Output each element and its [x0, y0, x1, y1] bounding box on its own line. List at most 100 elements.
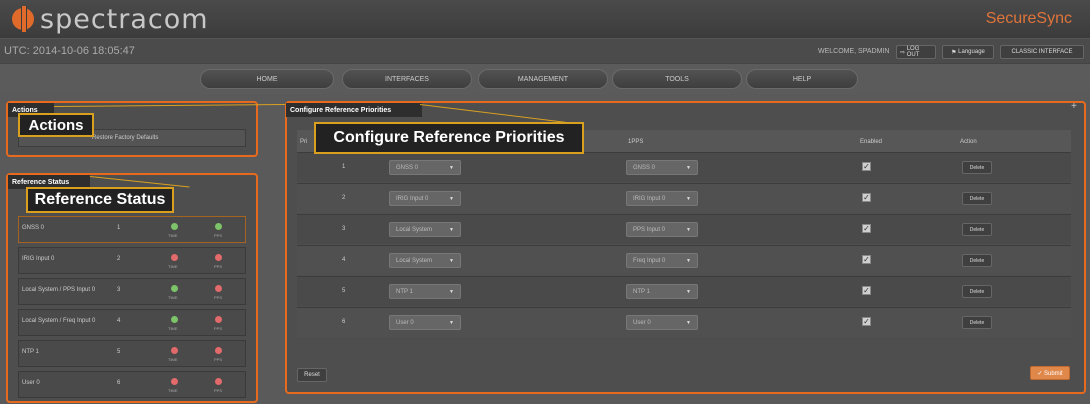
time-reference-select[interactable]: NTP 1 ▼ — [389, 284, 461, 299]
time-label: TIME — [168, 357, 178, 362]
priority-row: 4 Local System ▼ Freq Input 0 ▼ ✓ Delete — [297, 245, 1071, 275]
utc-clock: UTC: 2014-10-06 18:05:47 — [4, 45, 135, 57]
pps-reference-select[interactable]: PPS Input 0 ▼ — [626, 222, 698, 237]
priority-number: 1 — [342, 164, 346, 170]
tab-tools[interactable]: TOOLS — [612, 69, 742, 89]
delete-button[interactable]: Delete — [962, 192, 992, 205]
pps-status-icon — [215, 285, 222, 292]
flag-icon: ⚑ — [951, 49, 959, 56]
pps-reference-select[interactable]: Freq Input 0 ▼ — [626, 253, 698, 268]
reference-priority: 5 — [117, 349, 121, 355]
dropdown-arrow-icon: ▼ — [686, 196, 691, 202]
delete-button[interactable]: Delete — [962, 316, 992, 329]
pps-label: PPS — [214, 233, 223, 238]
pps-reference-select[interactable]: User 0 ▼ — [626, 315, 698, 330]
plus-icon[interactable]: + — [1071, 101, 1077, 112]
dropdown-arrow-icon: ▼ — [449, 258, 454, 264]
enabled-checkbox[interactable]: ✓ — [862, 317, 871, 326]
pps-label: PPS — [214, 357, 223, 362]
priority-number: 3 — [342, 226, 346, 232]
time-status-icon — [171, 285, 178, 292]
priority-row: 5 NTP 1 ▼ NTP 1 ▼ ✓ Delete — [297, 276, 1071, 306]
time-status-icon — [171, 254, 178, 261]
dropdown-arrow-icon: ▼ — [449, 165, 454, 171]
priority-column-header: Pri — [300, 139, 308, 145]
pps-status-icon — [215, 316, 222, 323]
pps-status-icon — [215, 347, 222, 354]
time-reference-select[interactable]: GNSS 0 ▼ — [389, 160, 461, 175]
restore-factory-defaults-link[interactable]: Restore Factory Defaults — [92, 135, 158, 141]
dropdown-arrow-icon: ▼ — [686, 227, 691, 233]
dropdown-arrow-icon: ▼ — [449, 227, 454, 233]
enabled-column-header: Enabled — [860, 139, 883, 145]
priority-row: 3 Local System ▼ PPS Input 0 ▼ ✓ Delete — [297, 214, 1071, 244]
delete-button[interactable]: Delete — [962, 161, 992, 174]
reference-name: GNSS 0 — [22, 225, 45, 231]
reference-priority: 2 — [117, 256, 121, 262]
pps-reference-select[interactable]: IRIG Input 0 ▼ — [626, 191, 698, 206]
dropdown-arrow-icon: ▼ — [449, 289, 454, 295]
reference-priority: 4 — [117, 318, 121, 324]
tab-interfaces[interactable]: INTERFACES — [342, 69, 472, 89]
logout-button[interactable]: ⇨ LOG OUT — [896, 45, 936, 59]
pps-reference-select[interactable]: GNSS 0 ▼ — [626, 160, 698, 175]
tab-help[interactable]: HELP — [746, 69, 858, 89]
priority-row: 2 IRIG Input 0 ▼ IRIG Input 0 ▼ ✓ Delete — [297, 183, 1071, 213]
reference-priority: 6 — [117, 380, 121, 386]
reference-name: Local System / PPS Input 0 — [22, 287, 96, 293]
pps-label: PPS — [214, 326, 223, 331]
time-label: TIME — [168, 295, 178, 300]
reference-priority: 3 — [117, 287, 121, 293]
reference-name: IRIG Input 0 — [22, 256, 55, 262]
reference-status-row: IRIG Input 0 2 TIME PPS — [18, 247, 246, 274]
action-column-header: Action — [960, 139, 977, 145]
pps-label: PPS — [214, 388, 223, 393]
reference-name: User 0 — [22, 380, 40, 386]
reference-priority: 1 — [117, 225, 121, 231]
spectracom-logo: spectracom — [12, 4, 209, 35]
pps-status-icon — [215, 223, 222, 230]
enabled-checkbox[interactable]: ✓ — [862, 162, 871, 171]
time-label: TIME — [168, 264, 178, 269]
dropdown-arrow-icon: ▼ — [449, 320, 454, 326]
dropdown-arrow-icon: ▼ — [686, 320, 691, 326]
pps-reference-select[interactable]: NTP 1 ▼ — [626, 284, 698, 299]
reference-name: NTP 1 — [22, 349, 39, 355]
pps-status-icon — [215, 378, 222, 385]
time-label: TIME — [168, 388, 178, 393]
tab-management[interactable]: MANAGEMENT — [478, 69, 608, 89]
delete-button[interactable]: Delete — [962, 285, 992, 298]
reference-status-row: GNSS 0 1 TIME PPS — [18, 216, 246, 243]
classic-interface-button[interactable]: CLASSIC INTERFACE — [1000, 45, 1084, 59]
enabled-checkbox[interactable]: ✓ — [862, 286, 871, 295]
enabled-checkbox[interactable]: ✓ — [862, 224, 871, 233]
priorities-callout: Configure Reference Priorities — [314, 122, 584, 154]
time-reference-select[interactable]: User 0 ▼ — [389, 315, 461, 330]
time-status-icon — [171, 223, 178, 230]
enabled-checkbox[interactable]: ✓ — [862, 255, 871, 264]
tab-home[interactable]: HOME — [200, 69, 334, 89]
priority-row: 6 User 0 ▼ User 0 ▼ ✓ Delete — [297, 307, 1071, 337]
time-reference-select[interactable]: Local System ▼ — [389, 253, 461, 268]
priority-number: 5 — [342, 288, 346, 294]
reference-status-row: User 0 6 TIME PPS — [18, 371, 246, 398]
logo-mark-icon — [12, 6, 34, 32]
submit-button[interactable]: ✓ Submit — [1030, 366, 1070, 380]
dropdown-arrow-icon: ▼ — [686, 165, 691, 171]
delete-button[interactable]: Delete — [962, 223, 992, 236]
time-reference-select[interactable]: IRIG Input 0 ▼ — [389, 191, 461, 206]
main-nav: HOME INTERFACES MANAGEMENT TOOLS HELP — [0, 64, 1090, 94]
welcome-text: WELCOME, SPADMIN — [818, 48, 890, 55]
reference-status-row: Local System / PPS Input 0 3 TIME PPS — [18, 278, 246, 305]
reference-name: Local System / Freq Input 0 — [22, 318, 96, 324]
reset-button[interactable]: Reset — [297, 368, 327, 382]
delete-button[interactable]: Delete — [962, 254, 992, 267]
priorities-panel-tab: Configure Reference Priorities — [286, 103, 422, 117]
language-button[interactable]: ⚑ Language — [942, 45, 994, 59]
time-status-icon — [171, 378, 178, 385]
time-reference-select[interactable]: Local System ▼ — [389, 222, 461, 237]
enabled-checkbox[interactable]: ✓ — [862, 193, 871, 202]
product-name: SecureSync — [985, 10, 1072, 27]
info-bar: UTC: 2014-10-06 18:05:47 WELCOME, SPADMI… — [0, 38, 1090, 64]
priority-number: 6 — [342, 319, 346, 325]
